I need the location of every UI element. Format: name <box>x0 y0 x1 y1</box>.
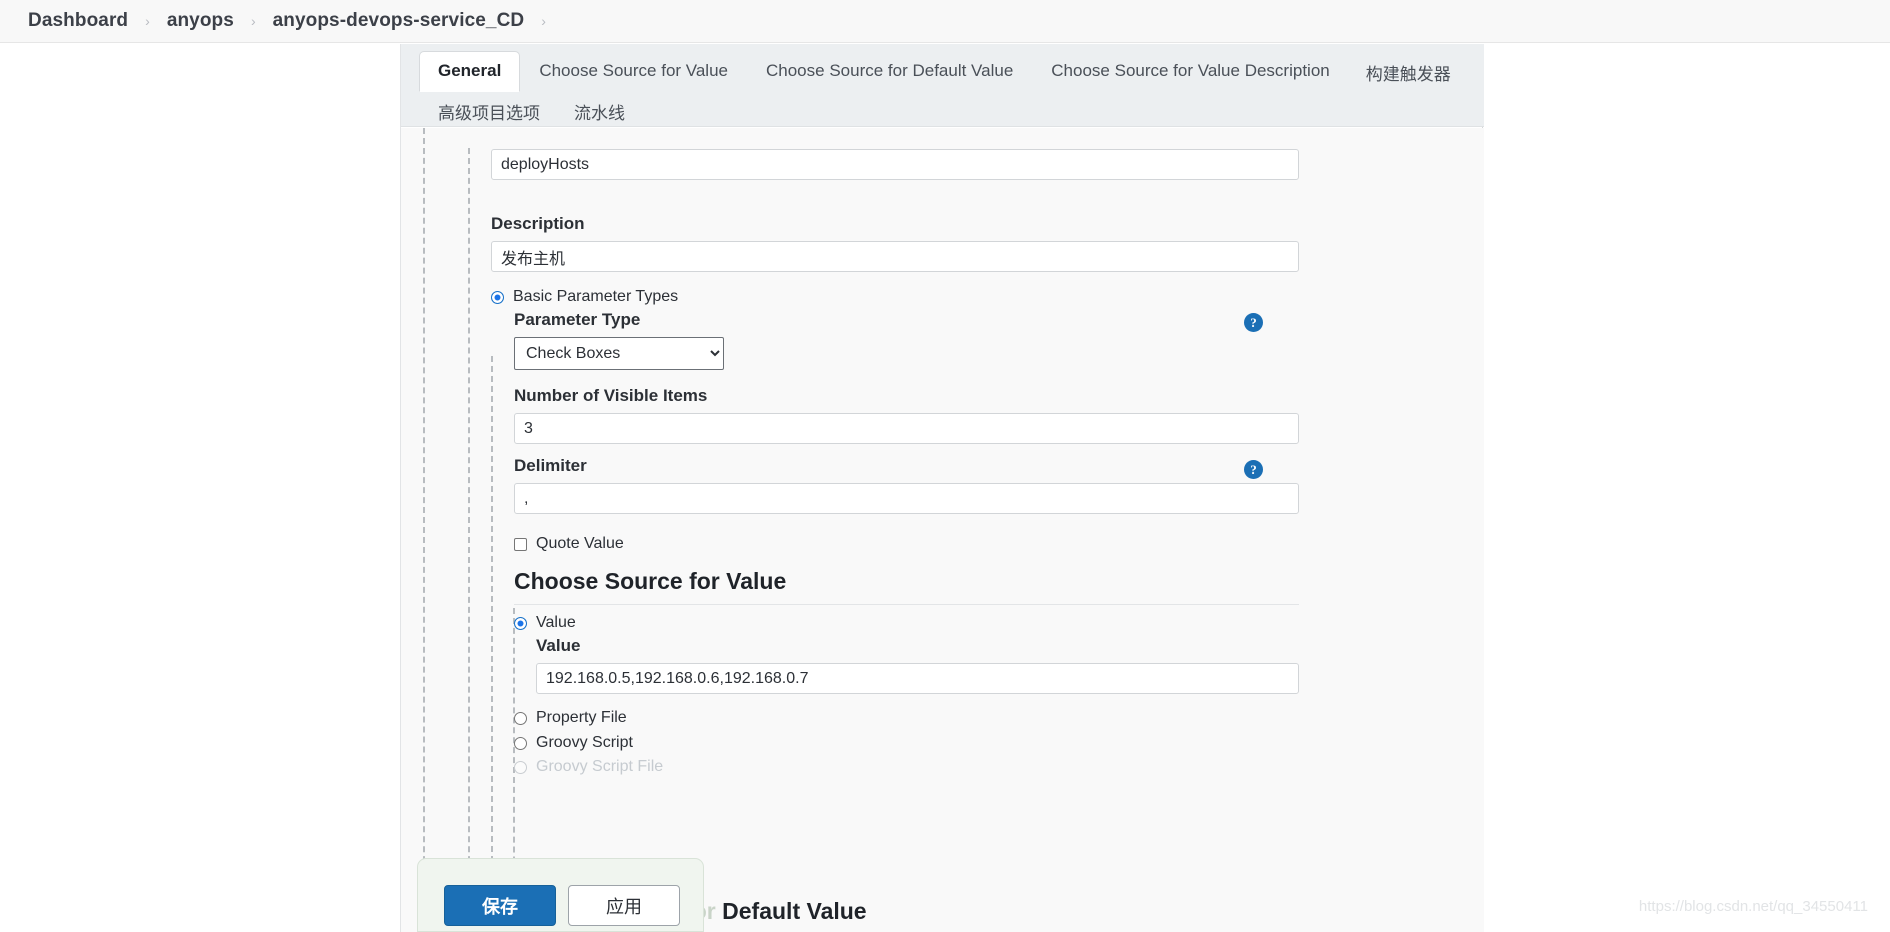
source-value-radio[interactable] <box>514 616 527 630</box>
description-label: Description <box>491 214 585 233</box>
tab-row-secondary: 高级项目选项 流水线 <box>401 91 1484 129</box>
help-circle-icon-parameter-type[interactable]: ? <box>1244 313 1263 332</box>
breadcrumb-dropdown-chevron-icon[interactable]: › <box>541 13 546 29</box>
watermark-text: https://blog.csdn.net/qq_34550411 <box>1638 898 1868 915</box>
tab-advanced-project-options[interactable]: 高级项目选项 <box>421 92 557 131</box>
tab-build-triggers[interactable]: 构建触发器 <box>1349 53 1468 92</box>
quote-value-option[interactable]: Quote Value <box>514 535 624 553</box>
parameter-type-label: Parameter Type <box>514 310 641 329</box>
tab-choose-source-for-value[interactable]: Choose Source for Value <box>520 51 747 92</box>
basic-parameter-types-option[interactable]: Basic Parameter Types <box>491 288 678 306</box>
source-value-label: Value <box>536 614 576 631</box>
name-input[interactable] <box>491 149 1299 180</box>
visible-items-label: Number of Visible Items <box>514 386 708 405</box>
source-option-groovy-script[interactable]: Groovy Script <box>514 734 633 752</box>
breadcrumb-separator-icon: › <box>145 13 150 29</box>
source-option-property-file[interactable]: Property File <box>514 709 627 727</box>
breadcrumb: Dashboard › anyops › anyops-devops-servi… <box>0 0 1890 43</box>
source-property-file-radio[interactable] <box>514 711 527 725</box>
parameter-type-select[interactable]: Check BoxesRadio ButtonsSingle SelectMul… <box>514 337 724 370</box>
save-button[interactable]: 保存 <box>444 885 556 926</box>
delimiter-input[interactable] <box>514 483 1299 514</box>
tab-general[interactable]: General <box>419 51 521 92</box>
source-option-groovy-script-file[interactable]: Groovy Script File <box>514 758 663 776</box>
nesting-rail-mid <box>468 148 470 932</box>
name-field-group <box>491 149 1299 180</box>
source-option-value[interactable]: Value <box>514 614 576 632</box>
tab-choose-source-for-default-value[interactable]: Choose Source for Default Value <box>747 51 1032 92</box>
value-label: Value <box>536 636 581 655</box>
delimiter-group: Delimiter <box>514 456 1299 514</box>
quote-value-checkbox[interactable] <box>514 537 527 551</box>
breadcrumb-item-dashboard[interactable]: Dashboard <box>28 10 128 32</box>
tab-row-primary: General Choose Source for Value Choose S… <box>401 50 1484 92</box>
source-value-group: Value <box>536 636 1299 694</box>
description-input[interactable] <box>491 241 1299 272</box>
visible-items-group: Number of Visible Items <box>514 386 1299 444</box>
source-groovy-script-label: Groovy Script <box>536 734 633 751</box>
breadcrumb-item-anyops[interactable]: anyops <box>167 10 234 32</box>
basic-parameter-types-radio[interactable] <box>491 290 504 304</box>
delimiter-label: Delimiter <box>514 456 587 475</box>
tab-pipeline[interactable]: 流水线 <box>557 92 642 131</box>
tab-choose-source-for-value-description[interactable]: Choose Source for Value Description <box>1032 51 1348 92</box>
heading-suffix: Default Value <box>722 898 867 924</box>
help-circle-icon-delimiter[interactable]: ? <box>1244 460 1263 479</box>
description-field-group: Description <box>491 214 1299 272</box>
breadcrumb-separator-icon: › <box>250 13 256 29</box>
choose-source-for-value-heading: Choose Source for Value <box>514 568 1299 605</box>
apply-button[interactable]: 应用 <box>568 885 680 926</box>
source-groovy-script-file-label: Groovy Script File <box>536 758 664 775</box>
job-config-card: General Choose Source for Value Choose S… <box>400 44 1484 932</box>
basic-parameter-types-label: Basic Parameter Types <box>513 288 679 305</box>
left-empty-pane <box>0 44 400 932</box>
visible-items-input[interactable] <box>514 413 1299 444</box>
config-form-body: Description Basic Parameter Types Parame… <box>401 128 1484 932</box>
value-input[interactable] <box>536 663 1299 694</box>
source-groovy-script-file-radio[interactable] <box>514 760 527 774</box>
source-groovy-script-radio[interactable] <box>514 736 527 750</box>
nesting-rail-inner <box>491 356 493 932</box>
parameter-type-group: Parameter Type Check BoxesRadio ButtonsS… <box>514 310 1299 370</box>
right-empty-pane: https://blog.csdn.net/qq_34550411 <box>1483 44 1890 932</box>
nesting-rail-outer <box>423 128 425 932</box>
breadcrumb-item-job[interactable]: anyops-devops-service_CD <box>273 10 525 32</box>
sticky-save-bar: 保存 应用 <box>417 858 704 932</box>
quote-value-label: Quote Value <box>536 535 624 552</box>
config-tab-strip: General Choose Source for Value Choose S… <box>401 44 1484 127</box>
source-property-file-label: Property File <box>536 709 627 726</box>
